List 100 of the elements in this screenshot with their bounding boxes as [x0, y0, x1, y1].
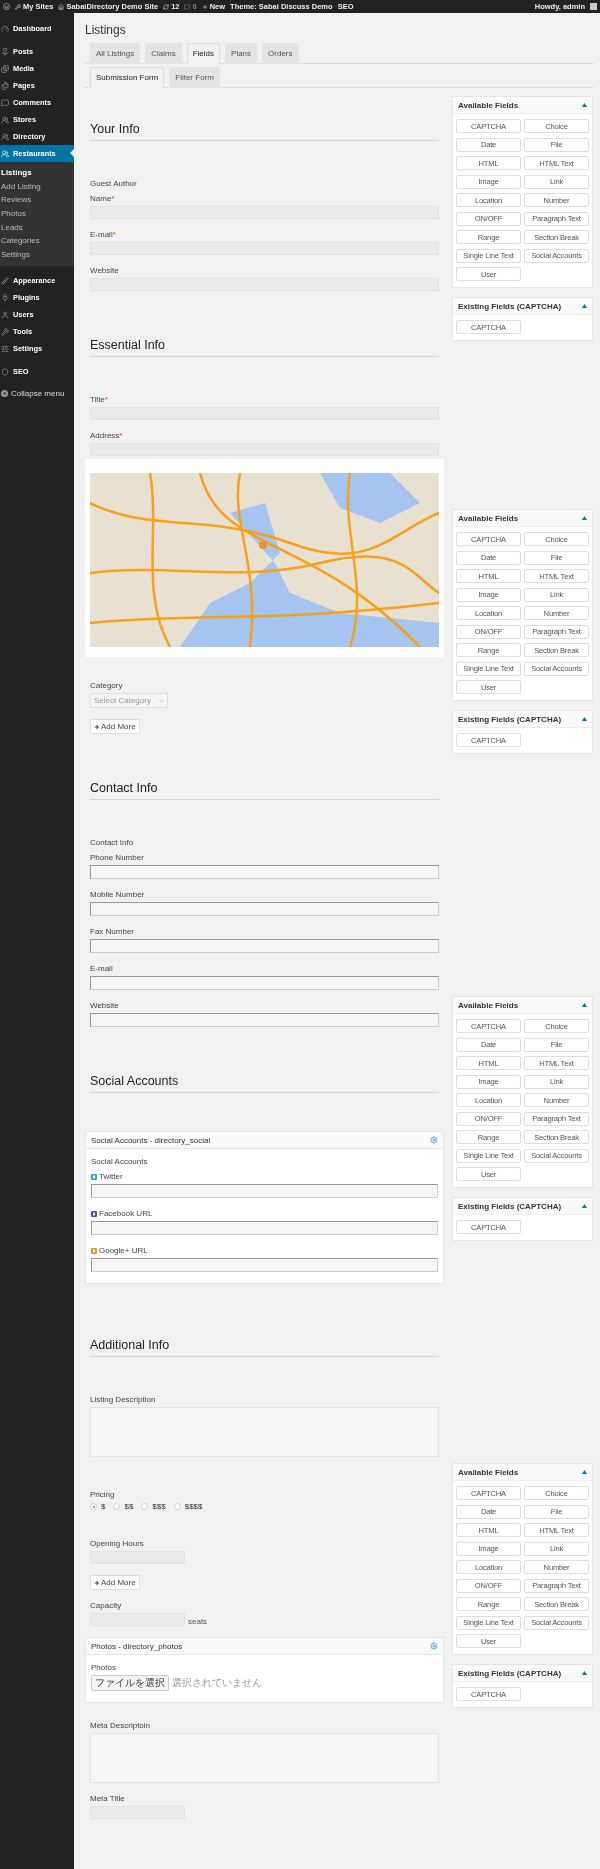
- caret-icon[interactable]: [582, 1671, 587, 1675]
- group-label: Social Accounts: [90, 1157, 149, 1166]
- plus-icon: [201, 3, 208, 10]
- tab[interactable]: Claims: [145, 43, 182, 64]
- people-icon: [1, 149, 9, 158]
- submenu-item[interactable]: Categories: [0, 233, 74, 248]
- comment-icon: [184, 3, 191, 10]
- tab[interactable]: Submission Form: [90, 67, 165, 88]
- panel-title: Existing Fields (CAPTCHA): [458, 714, 562, 724]
- plus-icon: [94, 723, 100, 730]
- images-icon: [1, 64, 9, 73]
- input-field[interactable]: [91, 1258, 438, 1272]
- input-field[interactable]: [91, 1221, 438, 1235]
- facebook-icon: [91, 1210, 97, 1217]
- refresh-icon: [163, 3, 170, 10]
- card-title: Photos - directory_photos: [91, 1641, 183, 1651]
- home-icon: [58, 3, 65, 10]
- field-label: Twitter: [99, 1172, 123, 1181]
- tab[interactable]: Plans: [225, 43, 258, 64]
- field-label: E-mail*: [90, 230, 116, 239]
- radio-label: $: [101, 1502, 106, 1511]
- settings-icon: [1, 344, 9, 353]
- caret-icon[interactable]: [582, 1003, 587, 1007]
- page-title: Listings: [85, 23, 127, 37]
- field-label: Title*: [90, 395, 108, 404]
- field-label: Opening Hours: [90, 1539, 144, 1548]
- section-heading: Your Info: [90, 122, 439, 141]
- collapse-menu-button[interactable]: Collapse menu: [0, 386, 74, 401]
- tab[interactable]: Filter Form: [169, 67, 220, 88]
- settings-icon[interactable]: [430, 1136, 438, 1144]
- submenu-item[interactable]: Photos: [0, 206, 74, 221]
- submenu-item[interactable]: Listings: [0, 166, 74, 180]
- field-label: Pricing: [90, 1490, 115, 1499]
- section-heading: Contact Info: [90, 781, 439, 800]
- field-label: Meta Descriptoin: [90, 1721, 151, 1730]
- choose-file-button[interactable]: ファイルを選択: [91, 1675, 169, 1691]
- caret-icon[interactable]: [582, 1204, 587, 1208]
- pages-icon: [1, 81, 9, 90]
- field-label: Website: [90, 1001, 119, 1010]
- caret-icon[interactable]: [582, 1470, 587, 1474]
- caret-icon[interactable]: [582, 516, 587, 520]
- field-label: Category: [90, 681, 123, 690]
- panel-title: Existing Fields (CAPTCHA): [458, 301, 562, 311]
- field-label: Listing Description: [90, 1395, 156, 1404]
- submenu-item[interactable]: Settings: [0, 247, 74, 262]
- input-field[interactable]: [90, 1013, 439, 1027]
- field-label: Capacity: [90, 1601, 122, 1610]
- twitter-icon: [91, 1173, 97, 1180]
- radio-button[interactable]: [90, 1503, 97, 1510]
- logo-icon[interactable]: [3, 3, 10, 10]
- section-heading: Additional Info: [90, 1338, 439, 1357]
- submenu-item[interactable]: Add Listing: [0, 179, 74, 194]
- field-label: Address*: [90, 431, 123, 440]
- panel-title: Existing Fields (CAPTCHA): [458, 1201, 562, 1211]
- input-field[interactable]: [90, 976, 439, 990]
- input-field[interactable]: [90, 939, 439, 953]
- card-title: Social Accounts - directory_social: [91, 1135, 211, 1145]
- input-field[interactable]: [91, 1184, 438, 1198]
- user-icon: [1, 310, 9, 319]
- radio-button[interactable]: [141, 1503, 149, 1510]
- caret-icon[interactable]: [582, 103, 587, 107]
- radio-label: $$$: [152, 1502, 166, 1511]
- comment-icon: [1, 98, 9, 107]
- section-heading: Social Accounts: [90, 1074, 439, 1093]
- field-label: Fax Number: [90, 927, 134, 936]
- panel-title: Existing Fields (CAPTCHA): [458, 1668, 562, 1678]
- field-label: Photos: [91, 1663, 116, 1672]
- plug-icon: [1, 293, 9, 302]
- radio-button[interactable]: [173, 1503, 181, 1510]
- panel-title: Available Fields: [458, 1000, 519, 1010]
- section-heading: Essential Info: [90, 338, 439, 357]
- submenu-item[interactable]: Leads: [0, 220, 74, 234]
- caret-icon: [158, 697, 164, 704]
- submenu-item[interactable]: Reviews: [0, 193, 74, 207]
- panel-title: Available Fields: [458, 100, 519, 110]
- input-field[interactable]: [90, 865, 439, 879]
- people-icon: [1, 115, 9, 124]
- tab[interactable]: Orders: [262, 43, 299, 64]
- input-field[interactable]: [90, 902, 439, 916]
- radio-label: $$: [124, 1502, 134, 1511]
- radio-button[interactable]: [113, 1503, 121, 1510]
- unit-label: seats: [188, 1617, 208, 1626]
- field-label: Website: [90, 266, 119, 275]
- tab[interactable]: Fields: [186, 43, 221, 64]
- file-status: 選択されていません: [172, 1676, 262, 1690]
- field-label: Mobile Number: [90, 890, 145, 899]
- pin-icon: [1, 47, 9, 56]
- add-more-button[interactable]: Add More: [90, 719, 140, 734]
- brush-icon: [1, 276, 9, 285]
- people-icon: [1, 132, 9, 141]
- field-label: Meta Title: [90, 1794, 125, 1803]
- caret-icon[interactable]: [582, 717, 587, 721]
- panel-title: Available Fields: [458, 513, 519, 523]
- field-label: Facebook URL: [99, 1209, 153, 1218]
- add-more-button[interactable]: Add More: [90, 1575, 140, 1590]
- tab[interactable]: All Listings: [90, 43, 141, 64]
- field-label: Google+ URL: [99, 1246, 148, 1255]
- settings-icon[interactable]: [430, 1642, 438, 1650]
- caret-icon[interactable]: [582, 304, 587, 308]
- field-label: Phone Number: [90, 853, 144, 862]
